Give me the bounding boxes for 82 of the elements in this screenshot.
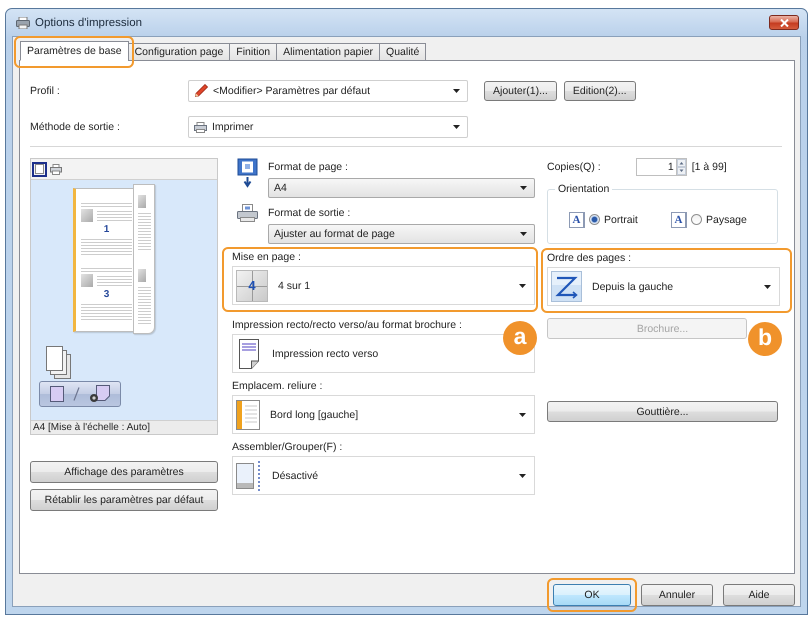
caret-icon: [764, 284, 771, 288]
setting-dropdown[interactable]: Bord long [gauche]: [232, 395, 535, 434]
setting-dropdown[interactable]: Désactivé: [232, 456, 535, 495]
setting-dropdown[interactable]: A4: [268, 178, 535, 198]
setting-dropdown[interactable]: Ajuster au format de page: [268, 224, 535, 244]
dialog-button[interactable]: Annuler: [641, 584, 713, 606]
close-icon: [780, 18, 788, 26]
field-label: Ordre des pages :: [547, 251, 632, 265]
layout-thumbnail: 4: [236, 270, 268, 302]
printer-icon: [237, 204, 258, 222]
settings-button[interactable]: Rétablir les paramètres par défaut: [30, 489, 218, 511]
page-icon: [50, 386, 64, 402]
radio-label[interactable]: Portrait: [604, 212, 638, 226]
field-label: Mise en page :: [232, 250, 302, 264]
preview-caption: A4 [Mise à l'échelle : Auto]: [31, 420, 217, 434]
profile-button[interactable]: Edition(2)...: [564, 81, 636, 101]
page-stack-icon: [46, 346, 71, 379]
field-label: Assembler/Grouper(F) :: [232, 440, 344, 454]
field-label: Profil :: [30, 84, 61, 98]
text-lines-drawing: [81, 236, 132, 254]
caret-icon: [520, 232, 527, 236]
bound-page-icon: [236, 400, 260, 430]
caret-icon: [519, 412, 526, 416]
printer-icon: [16, 16, 30, 28]
profile-dropdown[interactable]: <Modifier> Paramètres par défaut: [188, 80, 468, 102]
field-label: Format de sortie :: [268, 206, 352, 220]
tab[interactable]: Qualité: [379, 43, 426, 61]
page-number: 1: [104, 224, 110, 234]
printer-icon: [194, 122, 207, 132]
orientation-thumbnail: A: [569, 212, 585, 228]
text-lines-drawing: [81, 266, 132, 272]
dialog-button[interactable]: Gouttière...: [547, 401, 778, 422]
dialog-button[interactable]: OK: [553, 584, 631, 606]
text-lines-drawing: [97, 274, 132, 286]
radio-label[interactable]: Paysage: [706, 212, 747, 226]
setting-dropdown[interactable]: Depuis la gauche: [547, 267, 780, 306]
callout-marker: a: [503, 321, 537, 355]
field-label: Copies(Q) :: [547, 160, 601, 174]
tab[interactable]: Finition: [229, 43, 278, 61]
field-label: Impression recto/recto verso/au format brochure :: [232, 318, 463, 332]
tab[interactable]: Configuration page: [128, 43, 230, 61]
image-thumbnail-icon: [81, 274, 93, 286]
tab[interactable]: Paramètres de base: [20, 41, 129, 61]
page-icon: [35, 164, 44, 174]
image-thumbnail-icon: [81, 208, 93, 222]
copies-field[interactable]: 1: [636, 158, 676, 176]
slash-icon: [72, 387, 80, 401]
dialog-button[interactable]: Aide: [723, 584, 795, 606]
range-hint: [1 à 99]: [692, 161, 727, 173]
view-toggle-button[interactable]: [39, 381, 121, 407]
caret-icon: [453, 89, 460, 93]
tab[interactable]: Alimentation papier: [276, 43, 380, 61]
folded-page-icon: [236, 338, 262, 368]
radio-button[interactable]: [589, 214, 600, 225]
page-dotted-line-icon: [236, 460, 262, 490]
settings-button[interactable]: Affichage des paramètres: [30, 461, 218, 483]
caret-icon: [453, 125, 460, 129]
orientation-thumbnail: A: [671, 212, 687, 228]
text-lines-drawing: [81, 200, 132, 206]
caret-icon: [519, 284, 526, 288]
text-lines-drawing: [97, 208, 132, 222]
window-title: Options d'impression: [35, 16, 144, 28]
text-lines-drawing: [81, 302, 132, 320]
spin-arrows-icon[interactable]: [676, 158, 687, 176]
page-number: 3: [104, 288, 110, 300]
field-label: Emplacem. reliure :: [232, 379, 324, 393]
radio-button[interactable]: [691, 214, 702, 225]
output-method-dropdown[interactable]: Imprimer: [188, 116, 468, 138]
field-label: Méthode de sortie :: [30, 120, 121, 134]
callout-marker: b: [748, 322, 782, 356]
view-mode-button[interactable]: [32, 162, 47, 176]
field-label: Format de page :: [268, 160, 349, 174]
close-button[interactable]: [769, 15, 799, 30]
page-arrow-icon: [237, 158, 258, 188]
page-ring-icon: [88, 385, 110, 403]
caret-icon: [520, 186, 527, 190]
setting-dropdown[interactable]: 4 4 sur 1: [232, 266, 535, 305]
caret-icon: [519, 474, 526, 478]
printer-icon: [50, 164, 62, 174]
z-order-icon: [551, 271, 582, 302]
profile-button[interactable]: Ajouter(1)...: [484, 81, 557, 101]
pencil-icon: [194, 84, 208, 98]
